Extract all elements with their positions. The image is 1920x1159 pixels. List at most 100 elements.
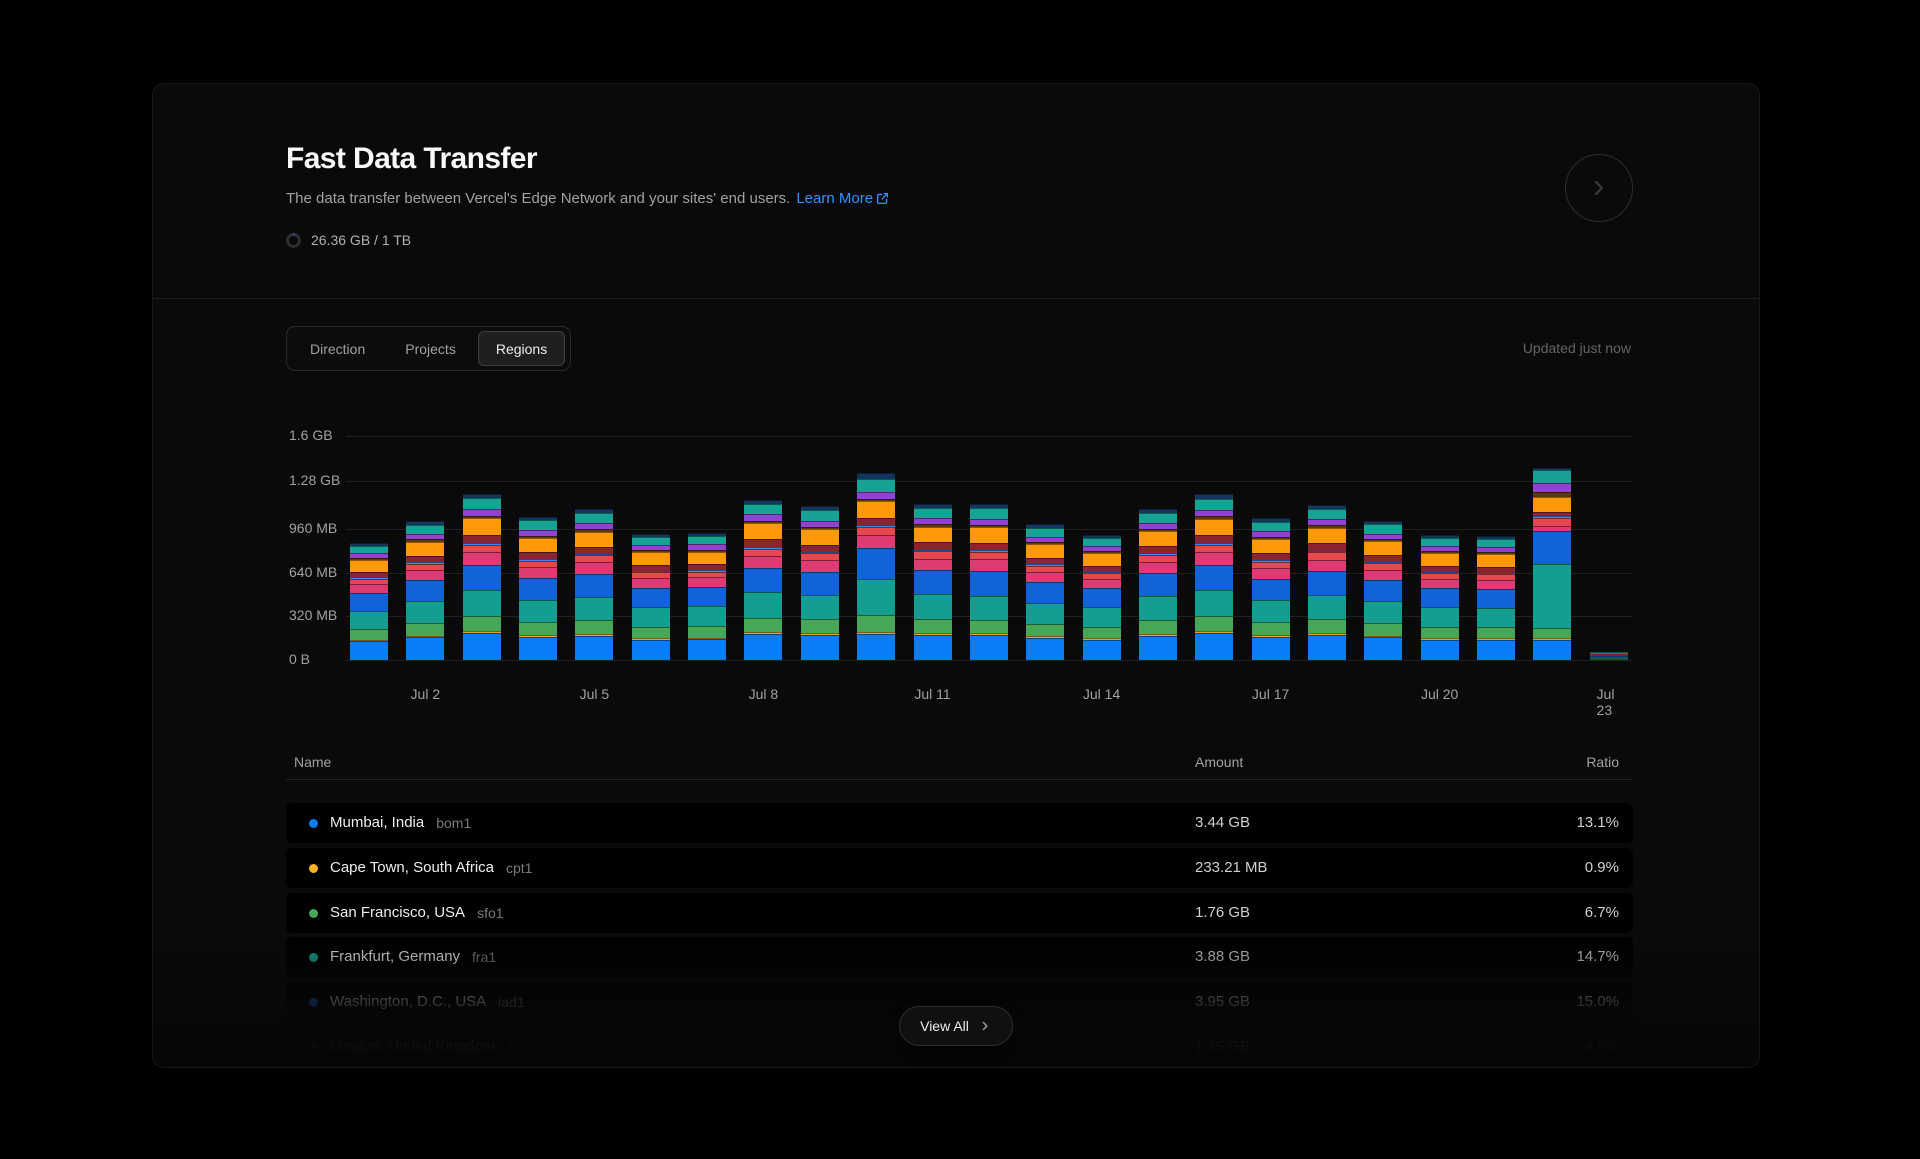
bar-segment-other-amber xyxy=(1195,519,1233,536)
region-color-dot xyxy=(309,1043,318,1052)
bar-segment-other-red xyxy=(914,551,952,558)
bar-segment-bom1 xyxy=(1421,640,1459,660)
bar-segment-other-amber xyxy=(1083,553,1121,566)
gridline xyxy=(346,660,1633,661)
x-axis-label: Jul 2 xyxy=(411,686,441,702)
region-name: Washington, D.C., USA xyxy=(330,993,486,1010)
bar-segment-iad1 xyxy=(801,572,839,595)
view-all-button[interactable]: View All xyxy=(899,1006,1013,1046)
bar-segment-sfo1 xyxy=(1083,627,1121,638)
bar-jul-17 xyxy=(1252,518,1290,660)
bar-jul-3 xyxy=(463,494,501,660)
next-arrow-button[interactable] xyxy=(1565,154,1633,222)
region-color-dot xyxy=(309,998,318,1007)
region-code: sfo1 xyxy=(477,905,503,921)
bar-segment-other-amber xyxy=(1364,541,1402,555)
bar-segment-other-teal xyxy=(519,520,557,529)
view-all-label: View All xyxy=(920,1018,969,1034)
bar-segment-bom1 xyxy=(519,637,557,660)
bar-segment-sfo1 xyxy=(744,618,782,633)
bar-segment-other-pink xyxy=(1308,560,1346,572)
bar-segment-lhr1 xyxy=(914,542,952,549)
tab-direction[interactable]: Direction xyxy=(292,331,383,366)
bar-jul-8 xyxy=(744,500,782,660)
bar-segment-sfo1 xyxy=(350,629,388,640)
bar-jul-4 xyxy=(519,517,557,660)
bar-segment-other-red xyxy=(857,527,895,535)
bar-segment-sfo1 xyxy=(406,623,444,636)
bar-segment-iad1 xyxy=(744,568,782,592)
bar-segment-iad1 xyxy=(970,571,1008,596)
bar-segment-other-red xyxy=(463,545,501,553)
bar-segment-sfo1 xyxy=(632,627,670,638)
region-name: London, United Kingdom xyxy=(330,1038,495,1055)
region-ratio: 0.9% xyxy=(1585,859,1619,876)
bar-segment-iad1 xyxy=(857,548,895,579)
bar-segment-other-teal xyxy=(1083,538,1121,546)
x-axis-label: Jul 8 xyxy=(749,686,779,702)
bar-segment-bom1 xyxy=(801,635,839,660)
gridline xyxy=(346,436,1633,437)
bar-segment-other-teal xyxy=(575,513,613,523)
tab-regions[interactable]: Regions xyxy=(478,331,565,366)
col-header-name: Name xyxy=(294,754,331,770)
x-axis-label: Jul 23 xyxy=(1597,686,1621,718)
bar-segment-fra1 xyxy=(801,595,839,619)
learn-more-label: Learn More xyxy=(796,190,873,207)
bar-jul-5 xyxy=(575,509,613,660)
bar-segment-iad1 xyxy=(1477,589,1515,608)
region-amount: 233.21 MB xyxy=(1195,859,1268,876)
bar-segment-other-teal xyxy=(801,510,839,520)
x-axis-label: Jul 5 xyxy=(580,686,610,702)
region-code: cpt1 xyxy=(506,860,532,876)
usage-progress-ring xyxy=(286,233,301,248)
bar-segment-other-amber xyxy=(1477,554,1515,567)
bar-segment-other-purple xyxy=(1533,483,1571,492)
bar-segment-other-teal xyxy=(1364,524,1402,533)
bar-segment-fra1 xyxy=(914,594,952,618)
bar-jul-9 xyxy=(801,506,839,660)
bar-segment-other-pink xyxy=(575,562,613,573)
bar-segment-other-red xyxy=(970,552,1008,559)
bar-segment-other-purple xyxy=(463,509,501,516)
bar-jul-23 xyxy=(1590,652,1628,660)
bar-segment-iad1 xyxy=(1308,571,1346,595)
bar-segment-lhr1 xyxy=(463,535,501,543)
subtitle-text: The data transfer between Vercel's Edge … xyxy=(286,190,790,207)
bar-segment-other-pink xyxy=(519,567,557,578)
bar-segment-iad1 xyxy=(1533,531,1571,564)
bar-jul-14 xyxy=(1083,535,1121,660)
bar-segment-other-teal xyxy=(1533,470,1571,483)
bar-segment-iad1 xyxy=(463,565,501,590)
bar-segment-other-pink xyxy=(1364,570,1402,581)
learn-more-link[interactable]: Learn More xyxy=(796,190,889,207)
bar-jul-21 xyxy=(1477,536,1515,660)
bar-segment-other-pink xyxy=(914,559,952,571)
bar-segment-sfo1 xyxy=(1026,624,1064,636)
col-header-amount: Amount xyxy=(1195,754,1243,770)
region-code: iad1 xyxy=(498,994,524,1010)
bar-segment-sfo1 xyxy=(914,619,952,633)
bar-segment-sfo1 xyxy=(1308,619,1346,633)
bar-segment-sfo1 xyxy=(1477,627,1515,638)
bar-segment-iad1 xyxy=(1421,588,1459,607)
x-axis-label: Jul 20 xyxy=(1421,686,1458,702)
region-name: Mumbai, India xyxy=(330,814,424,831)
bar-segment-lhr1 xyxy=(970,543,1008,550)
y-axis-label: 1.6 GB xyxy=(289,427,333,443)
y-axis-label: 1.28 GB xyxy=(289,472,340,488)
region-ratio: 13.1% xyxy=(1576,814,1619,831)
bar-segment-iad1 xyxy=(1195,565,1233,590)
bar-segment-other-amber xyxy=(1026,544,1064,558)
bar-segment-other-pink xyxy=(801,560,839,572)
bar-segment-bom1 xyxy=(688,639,726,660)
bar-segment-other-pink xyxy=(1477,580,1515,589)
region-ratio: 15.0% xyxy=(1576,993,1619,1010)
region-ratio: 6.7% xyxy=(1585,904,1619,921)
table-header-divider xyxy=(286,779,1633,780)
bar-segment-other-red xyxy=(801,553,839,560)
bar-segment-other-pink xyxy=(350,584,388,593)
bar-segment-bom1 xyxy=(463,633,501,660)
bar-jul-1 xyxy=(350,543,388,660)
tab-projects[interactable]: Projects xyxy=(387,331,474,366)
